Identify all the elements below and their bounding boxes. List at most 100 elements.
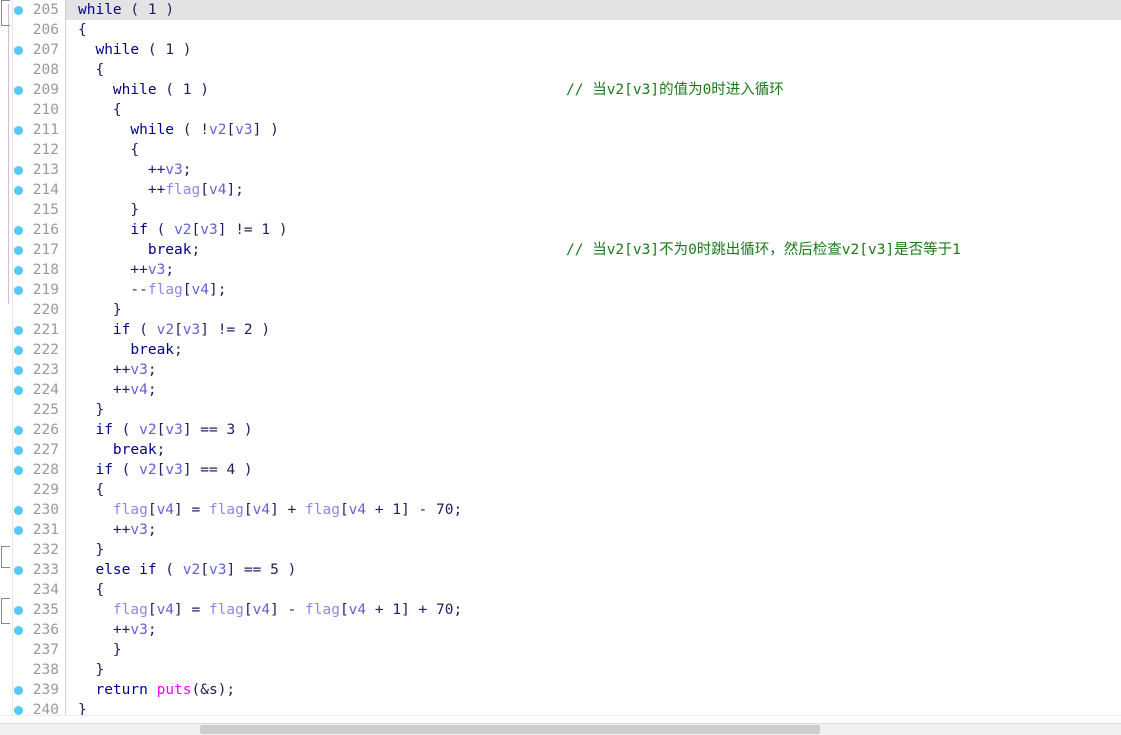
breakpoint-dot[interactable] [14,426,23,435]
line-number: 214 [32,182,59,198]
line-number: 206 [32,22,59,38]
code-line[interactable]: break; // 当v2[v3]不为0时跳出循环，然后检查v2[v3]是否等于1 [66,240,1121,260]
breakpoint-dot[interactable] [14,446,23,455]
code-line[interactable]: ++flag[v4]; [66,180,1121,200]
code-token-punc: + [366,502,393,518]
breakpoint-dot[interactable] [14,126,23,135]
code-line-text: } [66,400,104,420]
code-line[interactable]: break; [66,340,1121,360]
code-line[interactable]: { [66,580,1121,600]
code-line[interactable]: { [66,20,1121,40]
code-line[interactable]: while ( !v2[v3] ) [66,120,1121,140]
code-token-var: v3 [165,162,183,178]
code-token-punc: ] - [270,602,306,618]
code-line[interactable]: --flag[v4]; [66,280,1121,300]
breakpoint-dot[interactable] [14,226,23,235]
code-token-punc: { [112,102,122,118]
breakpoint-dot[interactable] [14,606,23,615]
line-number: 226 [32,422,59,438]
code-line[interactable]: ++v3; [66,620,1121,640]
code-line-text: while ( 1 ) [66,40,191,60]
breakpoint-dot[interactable] [14,346,23,355]
code-line[interactable]: else if ( v2[v3] == 5 ) [66,560,1121,580]
breakpoint-dot[interactable] [14,286,23,295]
code-line[interactable]: if ( v2[v3] == 3 ) [66,420,1121,440]
code-token-punc: [ [339,602,349,618]
breakpoint-dot[interactable] [14,266,23,275]
breakpoint-dot[interactable] [14,86,23,95]
code-line[interactable]: { [66,60,1121,80]
code-token-kw: break [147,242,192,258]
breakpoint-dot[interactable] [14,626,23,635]
code-line[interactable]: { [66,100,1121,120]
code-line[interactable]: while ( 1 ) // 当v2[v3]的值为0时进入循环 [66,80,1121,100]
code-line[interactable]: break; [66,440,1121,460]
code-line[interactable]: return puts(&s); [66,680,1121,700]
code-line[interactable]: } [66,200,1121,220]
breakpoint-dot[interactable] [14,166,23,175]
code-line[interactable]: ++v4; [66,380,1121,400]
breakpoint-dot[interactable] [14,6,23,15]
code-line[interactable]: flag[v4] = flag[v4] - flag[v4 + 1] + 70; [66,600,1121,620]
code-line-text: } [66,300,122,320]
code-token-punc: [ [339,502,349,518]
code-line[interactable]: ++v3; [66,260,1121,280]
code-line[interactable]: if ( v2[v3] != 1 ) [66,220,1121,240]
breakpoint-dot[interactable] [14,566,23,575]
code-line[interactable]: if ( v2[v3] == 4 ) [66,460,1121,480]
breakpoint-dot[interactable] [14,186,23,195]
code-line[interactable]: } [66,300,1121,320]
code-token-num: 4 [226,462,236,478]
code-line[interactable]: } [66,660,1121,680]
code-line-text: flag[v4] = flag[v4] - flag[v4 + 1] + 70; [66,600,462,620]
code-line-text: ++v3; [66,360,157,380]
line-number: 221 [32,322,59,338]
code-token-punc: ++ [112,382,131,398]
breakpoint-dot[interactable] [14,506,23,515]
breakpoint-gutter[interactable] [13,0,25,735]
horizontal-scrollbar-thumb[interactable] [200,725,820,734]
breakpoint-dot[interactable] [14,326,23,335]
code-token-punc: -- [130,282,148,298]
breakpoint-dot[interactable] [14,366,23,375]
code-line[interactable]: } [66,640,1121,660]
code-line[interactable]: ++v3; [66,360,1121,380]
code-token-punc: ( [112,462,140,478]
code-line[interactable]: } [66,540,1121,560]
code-line[interactable]: { [66,480,1121,500]
code-line[interactable]: while ( 1 ) [66,40,1121,60]
line-number: 236 [32,622,59,638]
breakpoint-dot[interactable] [14,526,23,535]
code-token-var: v4 [252,602,271,618]
bottom-padding [0,715,1121,723]
code-line[interactable]: ++v3; [66,160,1121,180]
code-token-num: 2 [243,322,253,338]
code-line[interactable]: } [66,400,1121,420]
code-line[interactable]: { [66,140,1121,160]
code-line[interactable]: while ( 1 ) [66,0,1121,20]
code-token-var: v3 [165,462,183,478]
breakpoint-dot[interactable] [14,246,23,255]
line-number: 219 [32,282,59,298]
code-line[interactable]: flag[v4] = flag[v4] + flag[v4 + 1] - 70; [66,500,1121,520]
code-token-num: 5 [270,562,279,578]
breakpoint-dot[interactable] [14,386,23,395]
breakpoint-dot[interactable] [14,686,23,695]
code-line-text: { [66,140,139,160]
line-number: 237 [32,642,59,658]
code-token-punc: ]; [226,182,244,198]
code-text-area[interactable]: while ( 1 ) { while ( 1 ) { while ( 1 ) //… [66,0,1121,735]
line-number: 210 [32,102,59,118]
code-token-punc: + [366,602,393,618]
horizontal-scrollbar[interactable] [0,723,1121,735]
breakpoint-dot[interactable] [14,706,23,715]
code-token-punc: } [130,202,140,218]
breakpoint-dot[interactable] [14,46,23,55]
code-line-text: } [66,540,104,560]
code-line-text: if ( v2[v3] != 2 ) [66,320,270,340]
code-token-kw: if [130,222,148,238]
code-line[interactable]: if ( v2[v3] != 2 ) [66,320,1121,340]
code-token-var: v4 [156,502,175,518]
code-line[interactable]: ++v3; [66,520,1121,540]
breakpoint-dot[interactable] [14,466,23,475]
